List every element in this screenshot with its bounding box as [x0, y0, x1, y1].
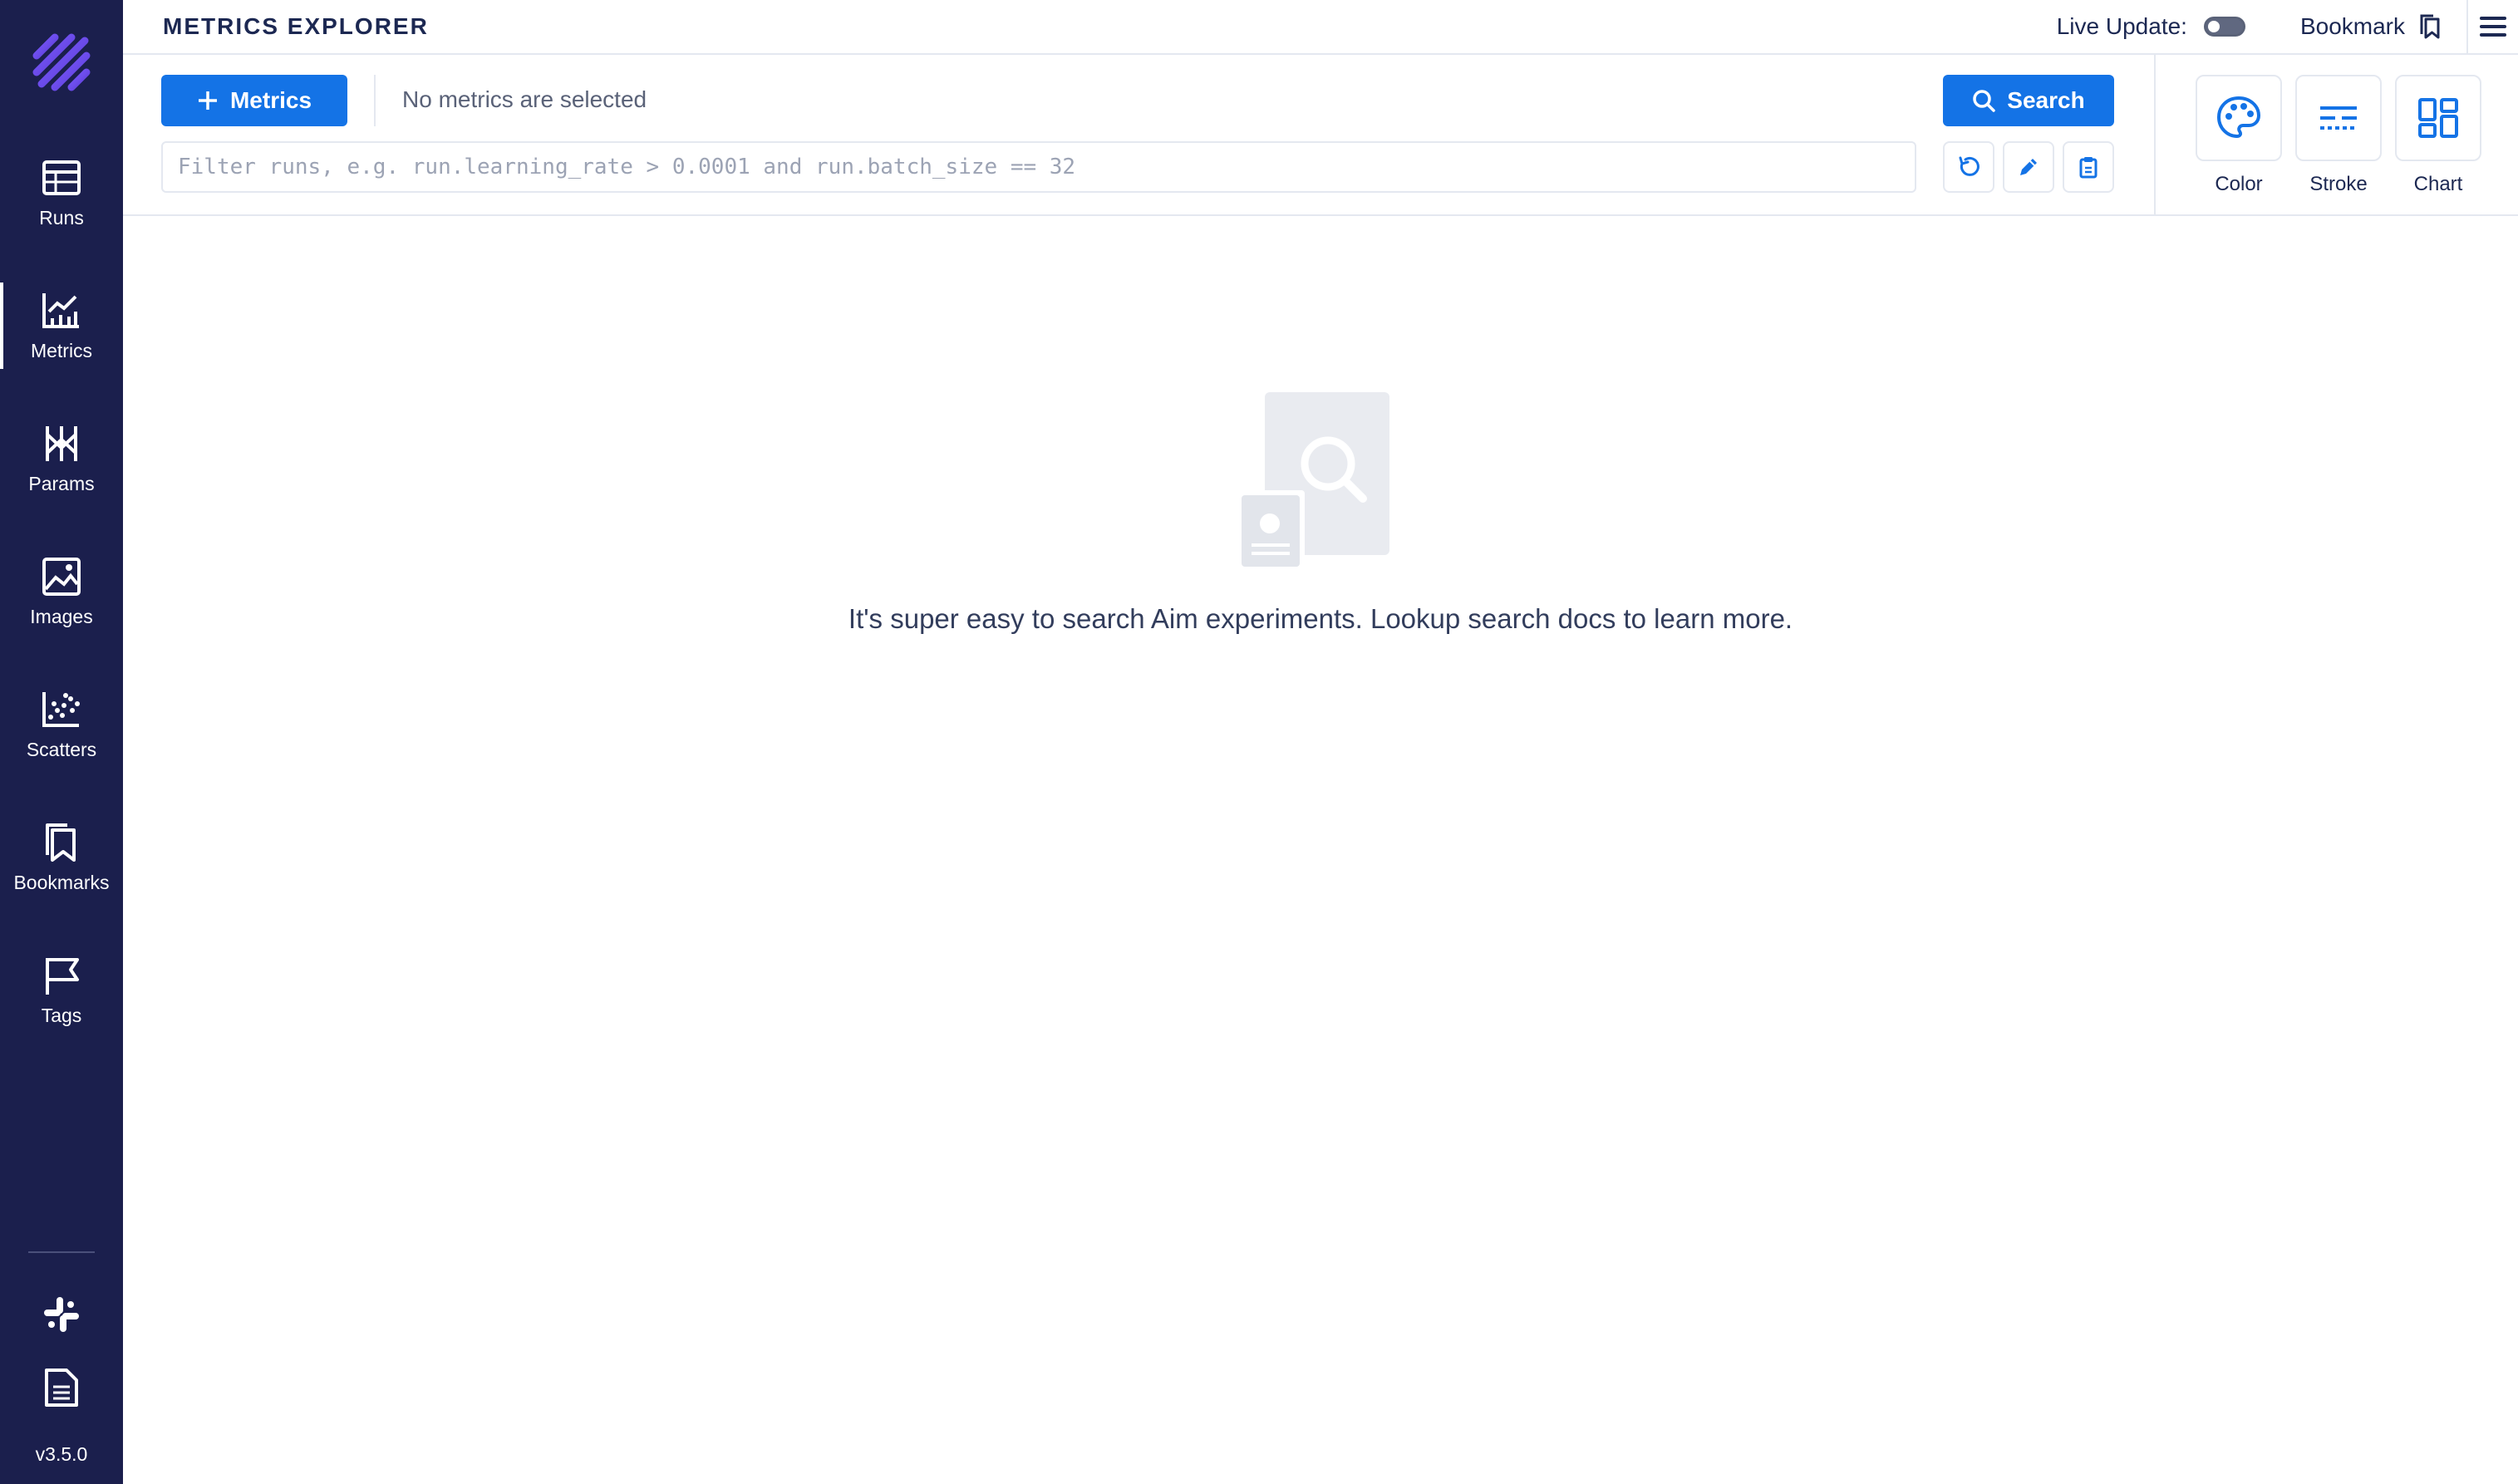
line-chart-icon: [42, 292, 79, 328]
chart-control-button[interactable]: [2395, 75, 2481, 161]
sidebar-item-label: Images: [30, 605, 93, 627]
control-label: Chart: [2413, 173, 2463, 195]
sidebar-item-label: Metrics: [30, 339, 93, 361]
edit-query-button[interactable]: [2003, 141, 2054, 193]
flag-icon: [46, 957, 79, 995]
stroke-control-button[interactable]: [2295, 75, 2382, 161]
control-label: Color: [2215, 173, 2263, 195]
search-button[interactable]: Search: [1943, 75, 2114, 126]
add-metrics-label: Metrics: [229, 87, 312, 113]
chart-control[interactable]: Chart: [2395, 75, 2481, 196]
table-icon: [42, 160, 81, 195]
sidebar-item-tags[interactable]: Tags: [0, 924, 123, 1057]
reset-icon: [1959, 156, 1979, 176]
chart-grid-icon: [2418, 98, 2458, 138]
search-document-illustration-icon: [1242, 392, 1389, 570]
empty-state: It's super easy to search Aim experiment…: [123, 218, 2518, 635]
sidebar-item-label: Runs: [39, 206, 84, 228]
sidebar-footer: v3.5.0: [0, 1251, 123, 1484]
sidebar-item-scatters[interactable]: Scatters: [0, 658, 123, 791]
live-update-toggle[interactable]: [2203, 17, 2245, 37]
divider: [28, 1251, 95, 1253]
app-version: v3.5.0: [35, 1442, 88, 1465]
sidebar-item-params[interactable]: Params: [0, 392, 123, 525]
bookmarks-icon: [46, 823, 76, 862]
control-label: Stroke: [2309, 173, 2368, 195]
slack-icon[interactable]: [0, 1278, 123, 1351]
sidebar-item-runs[interactable]: Runs: [0, 126, 123, 259]
stroke-style-icon: [2320, 106, 2357, 130]
bookmark-icon: [2420, 14, 2440, 39]
live-update: Live Update:: [2057, 13, 2245, 40]
copy-query-button[interactable]: [2063, 141, 2114, 193]
menu-button[interactable]: [2466, 0, 2518, 54]
aim-logo-icon[interactable]: [0, 0, 123, 125]
bookmark-button[interactable]: Bookmark: [2300, 13, 2442, 40]
no-metrics-text: No metrics are selected: [402, 86, 647, 112]
reset-query-button[interactable]: [1943, 141, 1994, 193]
stroke-control[interactable]: Stroke: [2295, 75, 2382, 196]
sidebar-item-bookmarks[interactable]: Bookmarks: [0, 791, 123, 924]
search-icon: [1973, 90, 1996, 112]
scatter-icon: [42, 691, 80, 727]
color-control[interactable]: Color: [2196, 75, 2282, 196]
sidebar-item-label: Scatters: [26, 738, 97, 760]
sidebar: Runs Metrics Params Images Scatters Book…: [0, 0, 123, 1484]
divider: [374, 75, 376, 126]
empty-state-message: It's super easy to search Aim experiment…: [848, 603, 1793, 634]
pencil-icon: [2020, 159, 2037, 175]
search-label: Search: [2007, 87, 2085, 113]
params-icon: [46, 425, 77, 461]
header-actions: Live Update: Bookmark: [2057, 0, 2518, 54]
sidebar-item-metrics[interactable]: Metrics: [0, 259, 123, 392]
sidebar-item-label: Params: [28, 472, 95, 494]
add-metrics-button[interactable]: Metrics: [161, 75, 347, 126]
image-icon: [42, 557, 81, 596]
divider: [2154, 55, 2156, 216]
live-update-label: Live Update:: [2056, 13, 2187, 39]
hamburger-icon: [2480, 17, 2506, 37]
sidebar-item-label: Tags: [41, 1004, 82, 1026]
page-title: METRICS EXPLORER: [163, 13, 429, 39]
clipboard-icon: [2079, 157, 2098, 179]
palette-icon: [2216, 96, 2261, 139]
sidebar-item-label: Bookmarks: [13, 871, 110, 893]
plus-icon: [198, 91, 217, 110]
page-header: METRICS EXPLORER Live Update: Bookmark: [123, 0, 2518, 55]
search-toolbar: Metrics No metrics are selected Search F…: [123, 55, 2518, 216]
docs-icon[interactable]: [0, 1351, 123, 1424]
color-control-button[interactable]: [2196, 75, 2282, 161]
filter-runs-input[interactable]: [161, 141, 1916, 193]
bookmark-label: Bookmark: [2299, 13, 2405, 39]
sidebar-item-images[interactable]: Images: [0, 525, 123, 658]
